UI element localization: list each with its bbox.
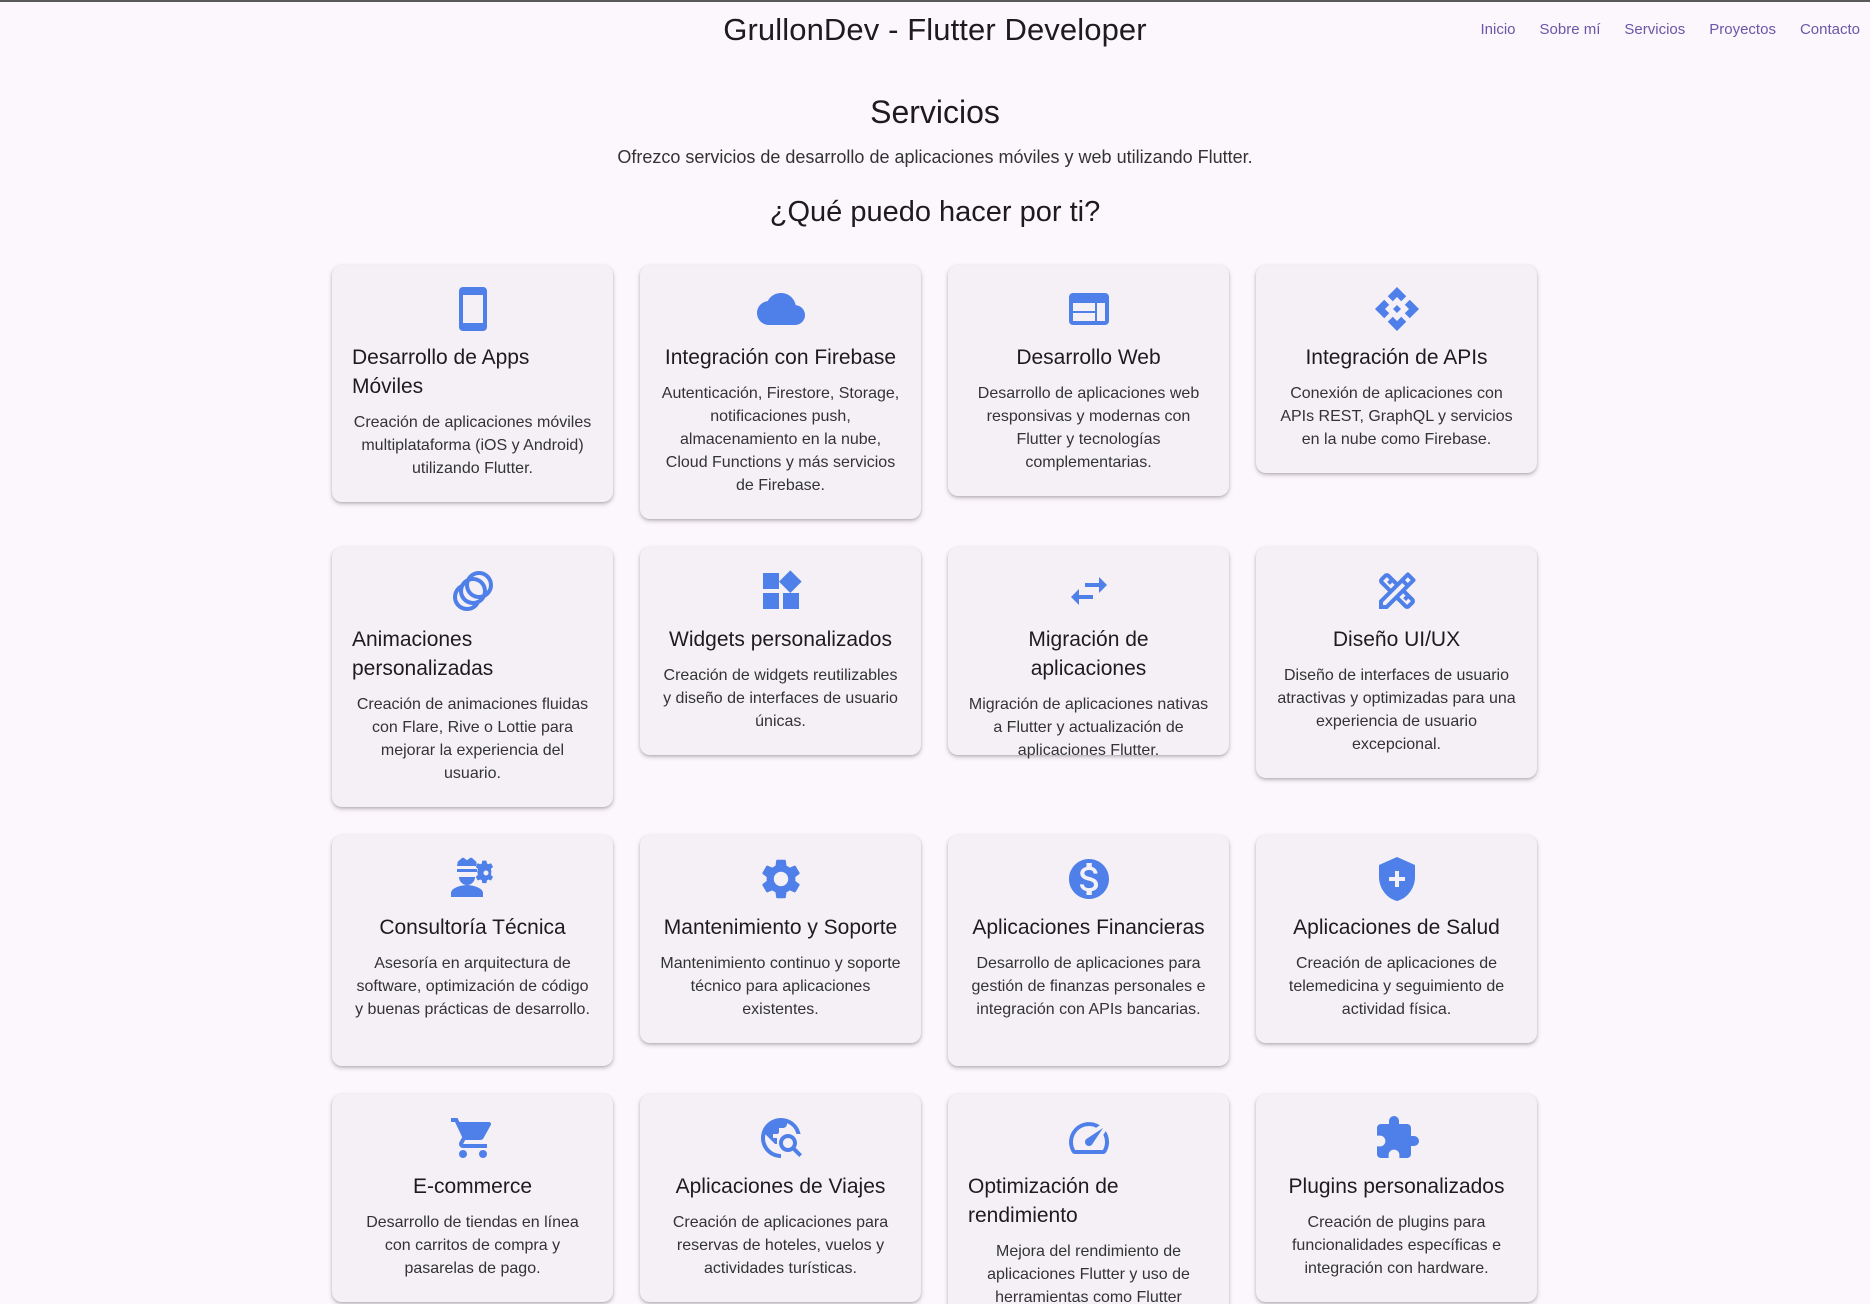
cart-icon bbox=[449, 1114, 497, 1162]
puzzle-icon bbox=[1373, 1114, 1421, 1162]
cloud-icon bbox=[756, 285, 805, 333]
engineer-icon bbox=[449, 855, 497, 903]
service-card-animations[interactable]: Animaciones personalizadas Creación de a… bbox=[332, 547, 613, 807]
nav-menu: Inicio Sobre mí Servicios Proyectos Cont… bbox=[1481, 21, 1861, 38]
service-title: Mantenimiento y Soporte bbox=[663, 916, 898, 939]
service-description: Creación de aplicaciones móviles multipl… bbox=[353, 414, 592, 477]
design-icon bbox=[1373, 567, 1421, 615]
service-card-performance[interactable]: Optimización de rendimiento Mejora del r… bbox=[948, 1094, 1229, 1304]
service-description: Creación de widgets reutilizables y dise… bbox=[663, 667, 898, 730]
services-grid-row-4: E-commerce Desarrollo de tiendas en líne… bbox=[332, 1094, 1538, 1304]
service-description: Creación de aplicaciones de telemedicina… bbox=[1288, 955, 1505, 1018]
service-card-ecommerce[interactable]: E-commerce Desarrollo de tiendas en líne… bbox=[332, 1094, 613, 1302]
service-title: Plugins personalizados bbox=[1288, 1175, 1505, 1198]
service-title: Animaciones personalizadas bbox=[352, 628, 494, 680]
service-card-apis[interactable]: Integración de APIs Conexión de aplicaci… bbox=[1256, 265, 1537, 473]
service-card-ui-ux[interactable]: Diseño UI/UX Diseño de interfaces de usu… bbox=[1256, 547, 1537, 778]
service-title: Integración con Firebase bbox=[664, 346, 897, 369]
service-card-travel[interactable]: Aplicaciones de Viajes Creación de aplic… bbox=[640, 1094, 921, 1302]
nav-link-inicio[interactable]: Inicio bbox=[1481, 21, 1516, 38]
service-card-consulting[interactable]: Consultoría Técnica Asesoría en arquitec… bbox=[332, 835, 613, 1066]
widgets-icon bbox=[757, 567, 805, 615]
service-description: Migración de aplicaciones nativas a Flut… bbox=[968, 696, 1209, 759]
service-card-mobile-apps[interactable]: Desarrollo de Apps Móviles Creación de a… bbox=[332, 265, 613, 502]
service-card-maintenance[interactable]: Mantenimiento y Soporte Mantenimiento co… bbox=[640, 835, 921, 1043]
services-grid-row-2: Animaciones personalizadas Creación de a… bbox=[332, 547, 1538, 807]
health-shield-icon bbox=[1373, 855, 1421, 903]
service-description: Creación de plugins para funcionalidades… bbox=[1291, 1214, 1502, 1277]
service-card-web[interactable]: Desarrollo Web Desarrollo de aplicacione… bbox=[948, 265, 1229, 496]
service-card-migration[interactable]: Migración de aplicaciones Migración de a… bbox=[948, 547, 1229, 759]
service-card-plugins[interactable]: Plugins personalizados Creación de plugi… bbox=[1256, 1094, 1537, 1302]
service-title: Diseño UI/UX bbox=[1332, 628, 1461, 651]
service-description: Autenticación, Firestore, Storage, notif… bbox=[661, 385, 900, 494]
gear-icon bbox=[757, 855, 805, 903]
nav-link-servicios[interactable]: Servicios bbox=[1624, 21, 1685, 38]
section-subtitle: ¿Qué puedo hacer por ti? bbox=[769, 196, 1101, 228]
service-title: Migración de aplicaciones bbox=[1028, 628, 1149, 680]
page-description: Ofrezco servicios de desarrollo de aplic… bbox=[617, 147, 1253, 167]
service-card-firebase[interactable]: Integración con Firebase Autenticación, … bbox=[640, 265, 921, 519]
service-description: Asesoría en arquitectura de software, op… bbox=[355, 955, 590, 1018]
phone-icon bbox=[449, 285, 497, 333]
service-title: Aplicaciones Financieras bbox=[972, 916, 1205, 939]
service-card-widgets[interactable]: Widgets personalizados Creación de widge… bbox=[640, 547, 921, 755]
service-title: Widgets personalizados bbox=[669, 628, 892, 651]
service-title: Aplicaciones de Salud bbox=[1293, 916, 1500, 939]
service-title: Aplicaciones de Viajes bbox=[675, 1175, 886, 1198]
services-grid-row-3: Consultoría Técnica Asesoría en arquitec… bbox=[332, 835, 1538, 1066]
service-description: Desarrollo de tiendas en línea con carri… bbox=[366, 1214, 579, 1277]
page: GrullonDev - Flutter Developer Inicio So… bbox=[0, 0, 1870, 1304]
service-description: Creación de aplicaciones para reservas d… bbox=[672, 1214, 889, 1277]
dollar-icon bbox=[1065, 855, 1113, 903]
service-description: Diseño de interfaces de usuario atractiv… bbox=[1277, 667, 1516, 753]
service-description: Conexión de aplicaciones con APIs REST, … bbox=[1280, 385, 1513, 448]
service-title: Desarrollo de Apps Móviles bbox=[352, 346, 530, 398]
api-icon bbox=[1373, 285, 1421, 333]
nav-link-proyectos[interactable]: Proyectos bbox=[1709, 21, 1776, 38]
services-grid: Desarrollo de Apps Móviles Creación de a… bbox=[332, 265, 1538, 519]
service-card-finance[interactable]: Aplicaciones Financieras Desarrollo de a… bbox=[948, 835, 1229, 1066]
nav-link-sobre-mi[interactable]: Sobre mí bbox=[1540, 21, 1601, 38]
service-title: Integración de APIs bbox=[1305, 346, 1488, 369]
web-icon bbox=[1065, 285, 1113, 333]
service-description: Mejora del rendimiento de aplicaciones F… bbox=[987, 1243, 1190, 1304]
app-bar: GrullonDev - Flutter Developer Inicio So… bbox=[0, 2, 1870, 60]
service-card-health[interactable]: Aplicaciones de Salud Creación de aplica… bbox=[1256, 835, 1537, 1043]
nav-link-contacto[interactable]: Contacto bbox=[1800, 21, 1860, 38]
speed-icon bbox=[1065, 1114, 1113, 1162]
service-title: Desarrollo Web bbox=[1016, 346, 1161, 369]
service-description: Desarrollo de aplicaciones web responsiv… bbox=[977, 385, 1200, 471]
animation-icon bbox=[449, 567, 497, 615]
page-title: Servicios bbox=[870, 94, 1000, 130]
service-title: E-commerce bbox=[412, 1175, 533, 1198]
swap-icon bbox=[1065, 567, 1113, 615]
service-description: Creación de animaciones fluidas con Flar… bbox=[356, 696, 589, 782]
travel-explore-icon bbox=[757, 1114, 805, 1162]
service-description: Mantenimiento continuo y soporte técnico… bbox=[660, 955, 901, 1018]
service-title: Optimización de rendimiento bbox=[968, 1175, 1119, 1227]
service-title: Consultoría Técnica bbox=[379, 916, 566, 939]
service-description: Desarrollo de aplicaciones para gestión … bbox=[971, 955, 1206, 1018]
